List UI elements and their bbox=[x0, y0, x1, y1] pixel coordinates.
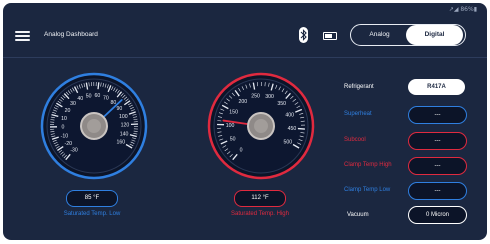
refrigerant-select[interactable]: R417A bbox=[408, 79, 465, 95]
low-gauge-major-tick bbox=[97, 82, 100, 90]
top-bar: Analog Dashboard Analog Digital bbox=[3, 17, 487, 58]
low-gauge-tick-label: 30 bbox=[70, 101, 76, 107]
low-gauge-tick-label: 20 bbox=[65, 108, 71, 114]
low-gauge-tick-label: 140 bbox=[120, 131, 129, 137]
high-gauge-tick-label: 150 bbox=[229, 109, 238, 115]
low-gauge-tick-label: -10 bbox=[61, 133, 69, 139]
low-gauge-tick-label: 70 bbox=[103, 95, 109, 101]
hamburger-icon[interactable] bbox=[15, 31, 30, 41]
battery-icon bbox=[323, 32, 337, 40]
high-temp-caption: Saturated Temp. High bbox=[231, 211, 289, 217]
saturated-temp-high-gauge: 0 50 100 150200 250 300350 400 450 500 bbox=[207, 72, 315, 180]
high-temp-readout: 112 °F bbox=[234, 190, 286, 207]
high-gauge-tick-label: 50 bbox=[230, 137, 236, 143]
saturated-temp-low-gauge: -30-20-10010203040 50 60 708090100120140160 bbox=[40, 72, 148, 180]
mode-toggle[interactable]: Analog Digital bbox=[350, 24, 466, 46]
high-gauge-tick-label: 500 bbox=[284, 140, 293, 146]
subcool-value: --- bbox=[408, 132, 467, 150]
low-gauge-tick-label: 0 bbox=[62, 125, 65, 131]
low-gauge-tick-label: 60 bbox=[94, 93, 100, 99]
subcool-label: Subcool bbox=[344, 137, 366, 143]
vacuum-label: Vacuum bbox=[347, 212, 369, 218]
clamp-temp-high-value: --- bbox=[408, 157, 467, 175]
high-gauge-tick-label: 450 bbox=[288, 126, 297, 132]
high-gauge-hub-center bbox=[254, 119, 268, 133]
low-gauge-tick-label: 120 bbox=[121, 123, 130, 129]
digital-tab[interactable]: Digital bbox=[406, 25, 463, 45]
low-gauge-tick-label: -20 bbox=[64, 141, 72, 147]
high-gauge-tick-label: 200 bbox=[238, 99, 247, 105]
low-gauge-tick-label: 50 bbox=[86, 93, 92, 99]
app-screen: ↗◢ 86%▮ Analog Dashboard Analog Digital … bbox=[3, 3, 487, 240]
page-title: Analog Dashboard bbox=[44, 31, 98, 38]
vacuum-value: 0 Micron bbox=[408, 206, 467, 224]
low-gauge-hub-center bbox=[87, 119, 101, 133]
high-gauge-tick-label: 400 bbox=[285, 112, 294, 118]
status-bar: ↗◢ 86%▮ bbox=[448, 6, 477, 13]
low-gauge-tick-label: -30 bbox=[70, 148, 78, 154]
refrigerant-label: Refrigerant bbox=[344, 84, 374, 90]
superheat-label: Superheat bbox=[344, 111, 372, 117]
low-temp-caption: Saturated Temp. Low bbox=[63, 211, 121, 217]
high-gauge-tick-label: 100 bbox=[226, 123, 235, 129]
high-gauge-tick-label: 300 bbox=[265, 94, 274, 100]
low-gauge-tick-label: 40 bbox=[77, 96, 83, 102]
bluetooth-icon[interactable] bbox=[299, 27, 308, 43]
low-temp-readout: 85 °F bbox=[66, 190, 118, 207]
high-gauge-tick-label: 0 bbox=[240, 148, 243, 154]
low-gauge-tick-label: 100 bbox=[119, 114, 128, 120]
clamp-temp-low-value: --- bbox=[408, 182, 467, 200]
clamp-temp-high-label: Clamp Temp High bbox=[344, 162, 392, 168]
low-gauge-tick-label: 160 bbox=[117, 140, 126, 146]
analog-tab[interactable]: Analog bbox=[351, 25, 408, 45]
superheat-value: --- bbox=[408, 106, 467, 124]
high-gauge-tick-label: 250 bbox=[251, 93, 260, 99]
low-gauge-tick-label: 90 bbox=[117, 106, 123, 112]
clamp-temp-low-label: Clamp Temp Low bbox=[344, 187, 391, 193]
high-gauge-tick-label: 350 bbox=[277, 101, 286, 107]
low-gauge-tick-label: 10 bbox=[61, 116, 67, 122]
